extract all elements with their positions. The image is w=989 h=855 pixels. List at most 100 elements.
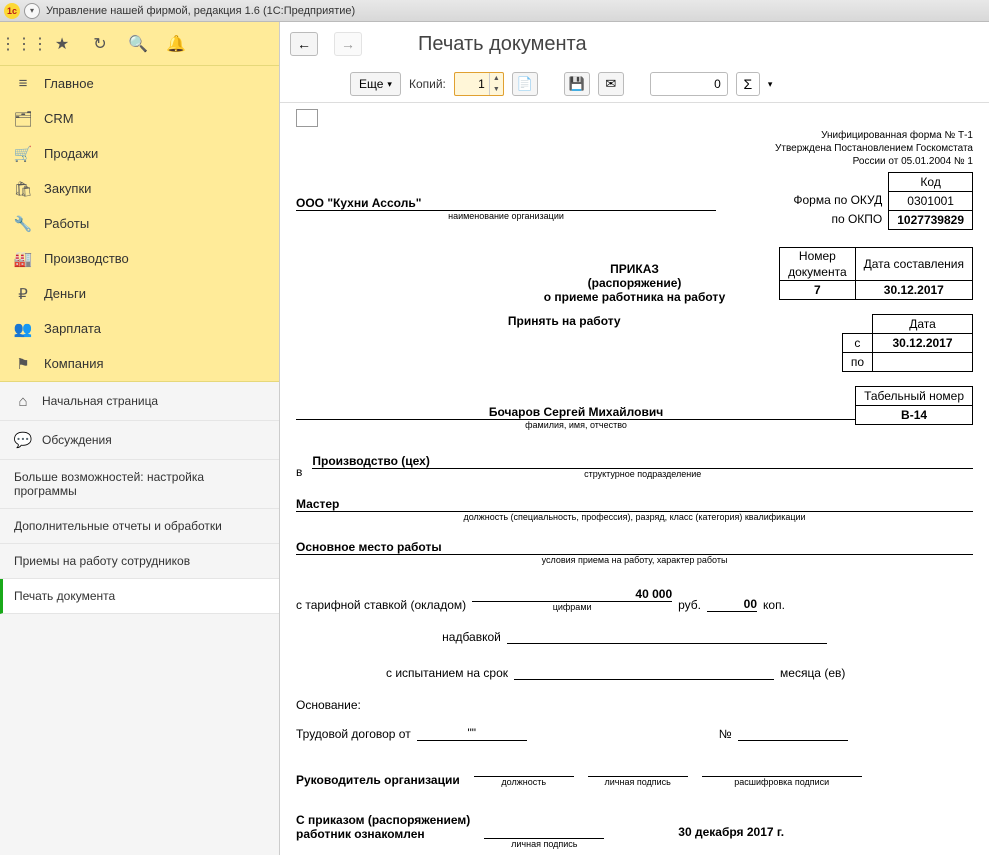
sidebar-item-hiring[interactable]: Приемы на работу сотрудников (0, 544, 279, 579)
main-area: ← → Печать документа Еще▾ Копий: ▲▼ 📄 💾 … (280, 22, 989, 855)
email-button[interactable]: ✉ (598, 72, 624, 96)
position: Мастер (296, 497, 973, 512)
workplace-sub: условия приема на работу, характер работ… (296, 555, 973, 565)
menu-icon: ≡ (14, 75, 32, 93)
sum-dropdown-icon[interactable]: ▾ (768, 79, 773, 90)
home-icon: ⌂ (14, 392, 32, 410)
sidebar-item-purchases[interactable]: 🛍 Закупки (0, 171, 279, 206)
page-title: Печать документа (418, 33, 587, 56)
sidebar-item-settings[interactable]: Больше возможностей: настройка программы (0, 460, 279, 509)
copies-spinner[interactable]: ▲▼ (454, 72, 504, 96)
history-icon[interactable]: ↻ (90, 34, 110, 54)
crm-icon: 🗂 (14, 110, 32, 128)
window-title: Управление нашей фирмой, редакция 1.6 (1… (46, 5, 355, 17)
codes-table: Код 0301001 1027739829 (888, 172, 973, 230)
copies-label: Копий: (409, 77, 446, 91)
trial-unit: месяца (ев) (780, 666, 845, 680)
org-sub: наименование организации (296, 211, 716, 221)
sidebar-item-label: Компания (44, 356, 104, 371)
ack-date: 30 декабря 2017 г. (678, 825, 784, 839)
sidebar-item-label: Дополнительные отчеты и обработки (14, 519, 222, 533)
sidebar-item-discussions[interactable]: 💬 Обсуждения (0, 421, 279, 460)
sidebar-item-salary[interactable]: 👥 Зарплата (0, 311, 279, 346)
contract-label: Трудовой договор от (296, 727, 411, 741)
sidebar-item-sales[interactable]: 🛒Продажи (0, 136, 279, 171)
sidebar-item-crm[interactable]: 🗂 CRM (0, 101, 279, 136)
dept-sub: структурное подразделение (312, 469, 973, 479)
sidebar-item-reports[interactable]: Дополнительные отчеты и обработки (0, 509, 279, 544)
dates-table: Дата с30.12.2017 по (842, 314, 973, 372)
sidebar-item-main[interactable]: ≡ Главное (0, 66, 279, 101)
ruble-icon: ₽ (14, 285, 32, 303)
spinner-down-icon[interactable]: ▼ (489, 84, 503, 95)
main-header: ← → Печать документа (280, 22, 989, 66)
forward-button[interactable]: → (334, 32, 362, 56)
sidebar-main-section: ≡Главное 🗂CRM 🛒Продажи 🛍Закупки 🔧Работы … (0, 66, 279, 382)
spinner-up-icon[interactable]: ▲ (489, 73, 503, 84)
ack1: С приказом (распоряжением) (296, 813, 470, 827)
fio-sub: фамилия, имя, отчество (296, 420, 856, 430)
document-scroll[interactable]: Унифицированная форма № Т-1 Утверждена П… (280, 102, 989, 855)
tariff-sub: цифрами (472, 602, 672, 612)
sidebar-item-label: Больше возможностей: настройка программы (14, 470, 265, 498)
preview-button[interactable]: 📄 (512, 72, 538, 96)
sidebar-item-label: Закупки (44, 181, 91, 196)
ack2: работник ознакомлен (296, 827, 470, 841)
contract-date: "" (417, 726, 527, 741)
doc-number-table: НомерДата составления документа 730.12.2… (779, 247, 973, 300)
sidebar-item-label: Печать документа (14, 589, 115, 603)
sidebar-item-print[interactable]: Печать документа (0, 579, 279, 614)
app-logo-icon: 1c (4, 3, 20, 19)
sidebar-extra-section: ⌂Начальная страница 💬 Обсуждения Больше в… (0, 382, 279, 855)
dropdown-menu-button[interactable] (24, 3, 40, 19)
tabnum-table: Табельный номер В-14 (855, 386, 973, 425)
in-label: в (296, 465, 302, 479)
search-icon[interactable]: 🔍 (128, 34, 148, 54)
sidebar-item-label: Обсуждения (42, 433, 112, 447)
back-button[interactable]: ← (290, 32, 318, 56)
print-toolbar: Еще▾ Копий: ▲▼ 📄 💾 ✉ Σ ▾ (280, 66, 989, 102)
addon-label: надбавкой (442, 630, 501, 644)
copies-input[interactable] (455, 73, 489, 95)
sidebar-item-label: Деньги (44, 286, 86, 301)
trial-label: с испытанием на срок (386, 666, 508, 680)
number-input[interactable] (650, 72, 728, 96)
save-button[interactable]: 💾 (564, 72, 590, 96)
chat-icon: 💬 (14, 431, 32, 449)
sidebar-item-label: Продажи (44, 146, 98, 161)
addon-field (507, 630, 827, 644)
sum-button[interactable]: Σ (736, 72, 760, 96)
department: Производство (цех) (312, 454, 973, 469)
sidebar-toolbar: ⋮⋮⋮ ★ ↻ 🔍 🔔 (0, 22, 279, 66)
okud-label: Форма по ОКУД (793, 191, 882, 210)
trial-field (514, 666, 774, 680)
kop-label: коп. (763, 598, 785, 612)
contract-no-field (738, 727, 848, 741)
rub-label: руб. (678, 598, 701, 612)
tariff-label: с тарифной ставкой (окладом) (296, 598, 466, 612)
contract-no-label: № (719, 727, 732, 741)
sidebar-item-label: Производство (44, 251, 129, 266)
wrench-icon: 🔧 (14, 215, 32, 233)
sidebar-item-home[interactable]: ⌂Начальная страница (0, 382, 279, 421)
okpo-label: по ОКПО (793, 210, 882, 229)
sidebar-item-money[interactable]: ₽ Деньги (0, 276, 279, 311)
star-icon[interactable]: ★ (52, 34, 72, 54)
sidebar-item-label: Работы (44, 216, 89, 231)
org-name: ООО "Кухни Ассоль" (296, 196, 716, 211)
sidebar-item-works[interactable]: 🔧 Работы (0, 206, 279, 241)
accept-title: Принять на работу (296, 314, 832, 328)
sidebar-item-production[interactable]: 🏭Производство (0, 241, 279, 276)
bag-icon: 🛍 (14, 180, 32, 198)
users-icon: 👥 (14, 320, 32, 338)
bell-icon[interactable]: 🔔 (166, 34, 186, 54)
sidebar-item-company[interactable]: ⚑Компания (0, 346, 279, 381)
more-button[interactable]: Еще▾ (350, 72, 401, 96)
sidebar-item-label: CRM (44, 111, 74, 126)
sidebar: ⋮⋮⋮ ★ ↻ 🔍 🔔 ≡ Главное 🗂 CRM 🛒Продажи 🛍 Заку… (0, 22, 280, 855)
sidebar-item-label: Главное (44, 76, 94, 91)
sidebar-item-label: Зарплата (44, 321, 101, 336)
workplace: Основное место работы (296, 540, 973, 555)
apps-icon[interactable]: ⋮⋮⋮ (14, 34, 34, 54)
basis-label: Основание: (296, 698, 973, 712)
